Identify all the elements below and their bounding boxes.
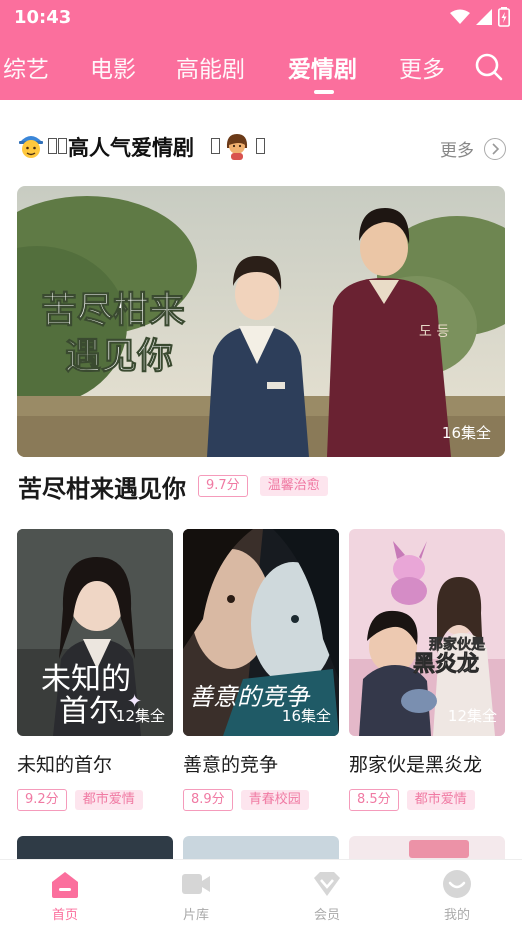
episode-count: 12集全 xyxy=(447,707,497,725)
drama-tags: 8.9分 青春校园 xyxy=(183,789,339,811)
hero-score-tag: 9.7分 xyxy=(198,475,248,497)
drama-tags: 9.2分 都市爱情 xyxy=(17,789,173,811)
missing-glyph-icon xyxy=(256,138,265,154)
bottom-navigation: 首页 片库 会员 我的 xyxy=(0,859,522,928)
construction-worker-emoji-icon xyxy=(19,136,43,158)
nav-label: 我的 xyxy=(443,908,470,923)
person-emoji-icon xyxy=(226,134,248,160)
drama-card[interactable]: 未知的 首尔 ✦ 12集全 未知的首尔 9.2分 都市爱情 xyxy=(17,529,173,811)
genre-tag: 都市爱情 xyxy=(406,790,475,810)
more-label: 更多 xyxy=(440,141,474,161)
hero-poster-image: 도 등 苦尽柑来 遇见你 xyxy=(17,186,505,457)
poster-title-text: 首尔 xyxy=(59,694,119,729)
tab-more[interactable]: 更多 xyxy=(399,50,445,84)
drama-poster-partial[interactable] xyxy=(183,836,339,860)
battery-icon xyxy=(498,7,510,27)
drama-title[interactable]: 那家伙是黑炎龙 xyxy=(349,750,505,777)
section-header: 高人气爱情剧 更多 xyxy=(18,130,506,164)
missing-glyph-icon xyxy=(58,138,67,154)
nav-home[interactable]: 首页 xyxy=(25,868,105,923)
status-time: 10:43 xyxy=(14,7,72,28)
hero-genre-tag: 温馨治愈 xyxy=(259,476,328,496)
drama-title[interactable]: 善意的竞争 xyxy=(183,750,339,777)
hero-episode-count: 16集全 xyxy=(441,424,491,442)
active-tab-indicator xyxy=(314,90,334,94)
tab-movie[interactable]: 电影 xyxy=(90,50,136,84)
drama-tags: 8.5分 都市爱情 xyxy=(349,789,505,811)
tab-variety[interactable]: 综艺 xyxy=(3,50,49,84)
hero-info: 苦尽柑来遇见你 9.7分 温馨治愈 xyxy=(18,469,328,503)
nav-profile[interactable]: 我的 xyxy=(417,868,497,923)
genre-tag: 青春校园 xyxy=(240,790,309,810)
drama-poster-partial[interactable] xyxy=(17,836,173,860)
missing-glyph-icon xyxy=(48,138,57,154)
drama-poster[interactable]: 善意的竞争 16集全 xyxy=(183,529,339,736)
nav-label: 会员 xyxy=(313,908,340,923)
signal-icon xyxy=(476,9,492,25)
status-icons xyxy=(450,7,510,27)
vip-icon xyxy=(314,872,340,896)
tab-romance[interactable]: 爱情剧 xyxy=(288,50,357,84)
poster-title-text: 未知的 xyxy=(41,662,131,697)
drama-poster-partial[interactable] xyxy=(349,836,505,860)
hero-banner[interactable]: 도 등 苦尽柑来 遇见你 16集全 xyxy=(17,186,505,457)
drama-poster[interactable]: 那家伙是 黑炎龙 12集全 xyxy=(349,529,505,736)
poster-title-text: 黑炎龙 xyxy=(413,652,479,677)
category-tabs: 综艺 电影 高能剧 爱情剧 更多 xyxy=(0,50,522,86)
hero-poster-title-1: 苦尽柑来 xyxy=(41,289,185,331)
section-title: 高人气爱情剧 xyxy=(68,136,194,160)
hero-badge-text: 도 등 xyxy=(419,324,449,340)
nav-library[interactable]: 片库 xyxy=(156,868,236,923)
search-icon[interactable] xyxy=(474,52,504,82)
drama-card[interactable]: 那家伙是 黑炎龙 12集全 那家伙是黑炎龙 8.5分 都市爱情 xyxy=(349,529,505,811)
genre-tag: 都市爱情 xyxy=(74,790,143,810)
drama-poster[interactable]: 未知的 首尔 ✦ 12集全 xyxy=(17,529,173,736)
wifi-icon xyxy=(450,9,470,24)
more-link[interactable]: 更多 xyxy=(440,136,506,161)
poster-title-text: 那家伙是 xyxy=(429,636,486,653)
video-library-icon xyxy=(182,874,210,894)
top-header: 10:43 综艺 电影 高能剧 爱情剧 更多 xyxy=(0,0,522,100)
drama-title[interactable]: 未知的首尔 xyxy=(17,750,173,777)
home-icon xyxy=(52,872,78,898)
score-tag: 8.9分 xyxy=(183,789,233,811)
tab-thriller[interactable]: 高能剧 xyxy=(176,50,245,84)
nav-vip[interactable]: 会员 xyxy=(287,868,367,923)
partial-poster-title xyxy=(409,840,469,858)
episode-count: 16集全 xyxy=(281,707,331,725)
missing-glyph-icon xyxy=(211,138,220,154)
score-tag: 9.2分 xyxy=(17,789,67,811)
score-tag: 8.5分 xyxy=(349,789,399,811)
drama-card[interactable]: 善意的竞争 16集全 善意的竞争 8.9分 青春校园 xyxy=(183,529,339,811)
profile-icon xyxy=(443,870,471,898)
hero-poster-title-2: 遇见你 xyxy=(65,335,173,377)
nav-label: 首页 xyxy=(51,908,78,923)
episode-count: 12集全 xyxy=(115,707,165,725)
chevron-right-icon xyxy=(484,137,506,160)
hero-title[interactable]: 苦尽柑来遇见你 xyxy=(18,469,186,504)
nav-label: 片库 xyxy=(182,908,209,923)
